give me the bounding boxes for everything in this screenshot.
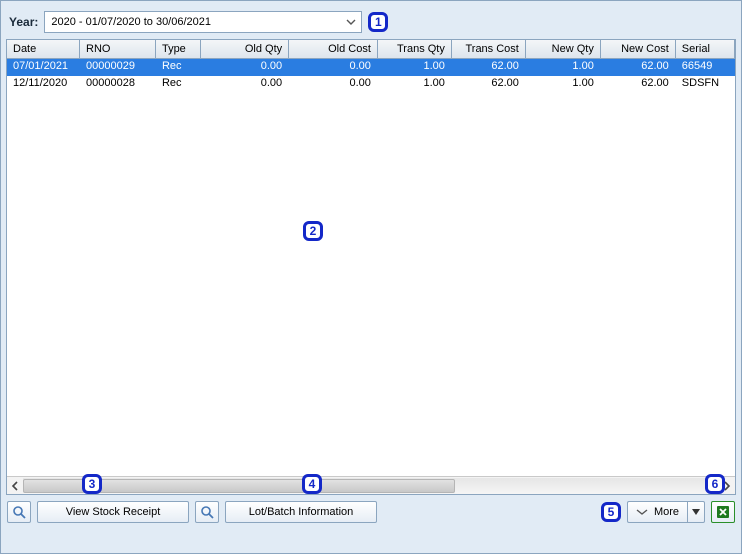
- cell-new_qty: 1.00: [526, 59, 601, 76]
- triangle-down-icon: [692, 509, 700, 515]
- table-row[interactable]: 12/11/202000000028Rec0.000.001.0062.001.…: [7, 76, 735, 93]
- cell-type: Rec: [156, 59, 201, 76]
- col-new-qty[interactable]: New Qty: [526, 40, 601, 58]
- cell-date: 07/01/2021: [7, 59, 80, 76]
- scroll-track[interactable]: [23, 478, 719, 494]
- view-receipt-icon-button[interactable]: [7, 501, 31, 523]
- col-new-cost[interactable]: New Cost: [601, 40, 676, 58]
- scroll-left-icon[interactable]: [7, 478, 23, 494]
- cell-serial: 66549: [676, 59, 735, 76]
- bottom-toolbar: View Stock Receipt Lot/Batch Information…: [1, 495, 741, 527]
- cell-trans_qty: 1.00: [378, 76, 452, 93]
- cell-new_cost: 62.00: [601, 59, 676, 76]
- cell-serial: SDSFN: [676, 76, 735, 93]
- col-serial[interactable]: Serial: [676, 40, 735, 58]
- filter-bar: Year: 2020 - 01/07/2020 to 30/06/2021 1: [1, 1, 741, 39]
- cell-rno: 00000029: [80, 59, 156, 76]
- cell-trans_qty: 1.00: [378, 59, 452, 76]
- col-rno[interactable]: RNO: [80, 40, 156, 58]
- callout-2: 2: [303, 221, 323, 241]
- year-label: Year:: [9, 15, 38, 29]
- cell-new_qty: 1.00: [526, 76, 601, 93]
- callout-5: 5: [601, 502, 621, 522]
- col-old-cost[interactable]: Old Cost: [289, 40, 378, 58]
- cell-trans_cost: 62.00: [452, 76, 526, 93]
- cell-old_cost: 0.00: [289, 76, 378, 93]
- col-type[interactable]: Type: [156, 40, 201, 58]
- horizontal-scrollbar[interactable]: 3 4 6: [7, 476, 735, 494]
- chevron-down-icon: [636, 508, 648, 516]
- callout-4: 4: [302, 474, 322, 494]
- callout-6: 6: [705, 474, 725, 494]
- col-date[interactable]: Date: [7, 40, 80, 58]
- excel-icon: [716, 505, 730, 519]
- col-old-qty[interactable]: Old Qty: [201, 40, 289, 58]
- cell-rno: 00000028: [80, 76, 156, 93]
- cell-old_qty: 0.00: [201, 59, 289, 76]
- grid-header: Date RNO Type Old Qty Old Cost Trans Qty…: [7, 40, 735, 59]
- table-row[interactable]: 07/01/202100000029Rec0.000.001.0062.001.…: [7, 59, 735, 76]
- window-panel: Year: 2020 - 01/07/2020 to 30/06/2021 1 …: [0, 0, 742, 554]
- view-stock-receipt-button[interactable]: View Stock Receipt: [37, 501, 189, 523]
- cell-new_cost: 62.00: [601, 76, 676, 93]
- grid-body: 07/01/202100000029Rec0.000.001.0062.001.…: [7, 59, 735, 476]
- callout-3: 3: [82, 474, 102, 494]
- export-excel-button[interactable]: [711, 501, 735, 523]
- year-select[interactable]: 2020 - 01/07/2020 to 30/06/2021: [44, 11, 362, 33]
- cell-type: Rec: [156, 76, 201, 93]
- search-icon: [12, 505, 26, 519]
- cell-trans_cost: 62.00: [452, 59, 526, 76]
- lot-batch-icon-button[interactable]: [195, 501, 219, 523]
- lot-batch-label: Lot/Batch Information: [249, 506, 354, 518]
- lot-batch-button[interactable]: Lot/Batch Information: [225, 501, 377, 523]
- col-trans-qty[interactable]: Trans Qty: [378, 40, 452, 58]
- cell-old_cost: 0.00: [289, 59, 378, 76]
- cell-old_qty: 0.00: [201, 76, 289, 93]
- col-trans-cost[interactable]: Trans Cost: [452, 40, 526, 58]
- more-dropdown-button[interactable]: [687, 501, 705, 523]
- cell-date: 12/11/2020: [7, 76, 80, 93]
- search-icon: [200, 505, 214, 519]
- view-receipt-label: View Stock Receipt: [66, 506, 161, 518]
- callout-1: 1: [368, 12, 388, 32]
- more-button[interactable]: More: [627, 501, 687, 523]
- data-grid: Date RNO Type Old Qty Old Cost Trans Qty…: [6, 39, 736, 495]
- more-label: More: [654, 506, 679, 518]
- year-select-value: 2020 - 01/07/2020 to 30/06/2021: [51, 16, 211, 28]
